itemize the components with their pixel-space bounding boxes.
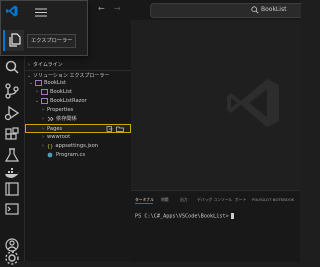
editor-area bbox=[131, 20, 300, 190]
tree-item-appsettings[interactable]: ›{} appsettings.json bbox=[25, 142, 131, 151]
tree-item-label: Program.cs bbox=[56, 152, 86, 158]
dependencies-icon bbox=[47, 116, 54, 121]
tree-item-program-cs[interactable]: Program.cs bbox=[25, 151, 131, 160]
json-file-icon: {} bbox=[47, 143, 54, 150]
project-icon bbox=[41, 97, 48, 104]
hamburger-menu-icon[interactable] bbox=[35, 8, 47, 17]
tree-item-project-booklist[interactable]: › BookList bbox=[25, 88, 131, 97]
tree-item-properties[interactable]: › Properties bbox=[25, 106, 131, 115]
chevron-down-icon: ⌄ bbox=[28, 80, 34, 86]
files-icon bbox=[9, 33, 21, 47]
tree-item-label: Pages bbox=[47, 126, 63, 132]
explorer-sidebar: ›アウトライン ›タイムライン ⌄ソリューション エクスプローラー ⌄BookL… bbox=[25, 20, 131, 261]
extensions-icon[interactable] bbox=[3, 126, 21, 144]
chevron-right-icon: › bbox=[28, 62, 30, 68]
search-icon[interactable] bbox=[3, 58, 21, 76]
chevron-right-icon: › bbox=[42, 116, 44, 122]
tab-terminal[interactable]: ターミナル bbox=[135, 197, 154, 203]
tree-item-label: BookListRazor bbox=[50, 98, 87, 104]
tab-ports[interactable]: ポート bbox=[235, 197, 246, 203]
tree-item-label: BookList bbox=[44, 80, 66, 86]
tab-debug-console[interactable]: デバッグ コンソール bbox=[197, 197, 232, 203]
tab-output[interactable]: 出力 bbox=[180, 197, 188, 203]
tab-problems[interactable]: 問題 bbox=[161, 197, 169, 203]
project-icon bbox=[41, 88, 48, 95]
new-folder-icon[interactable] bbox=[116, 126, 124, 132]
terminal-line[interactable]: PS C:\C#_Apps\VSCode\BookList> bbox=[135, 213, 234, 220]
source-control-icon[interactable] bbox=[3, 82, 21, 100]
run-debug-icon[interactable] bbox=[3, 104, 21, 122]
chevron-right-icon: › bbox=[42, 134, 44, 140]
menu-popup: エクスプローラー bbox=[0, 0, 88, 56]
chevron-right-icon: › bbox=[36, 89, 38, 95]
tree-item-label: 依存関係 bbox=[56, 116, 77, 122]
tree-item-pages[interactable]: › Pages bbox=[25, 124, 131, 133]
section-timeline[interactable]: › タイムライン bbox=[25, 60, 131, 70]
forward-arrow-icon[interactable]: → bbox=[114, 4, 121, 13]
search-text: BookList bbox=[261, 6, 287, 13]
tree-item-project-booklistrazor[interactable]: ⌄ BookListRazor bbox=[25, 97, 131, 106]
solution-icon bbox=[35, 79, 42, 86]
settings-icon[interactable] bbox=[3, 249, 21, 267]
csharp-file-icon bbox=[47, 152, 53, 157]
terminal-prompt: PS C:\C#_Apps\VSCode\BookList> bbox=[135, 213, 229, 220]
new-file-icon[interactable] bbox=[106, 126, 113, 132]
explorer-button[interactable] bbox=[3, 30, 24, 51]
remote-icon[interactable] bbox=[3, 200, 21, 218]
terminal-cursor bbox=[230, 213, 234, 219]
command-center-search[interactable]: BookList bbox=[150, 3, 301, 18]
bottom-panel: ターミナル 問題 出力 デバッグ コンソール ポート POLYGLOT NOTE… bbox=[131, 190, 300, 262]
tree-item-solution[interactable]: ⌄ BookList bbox=[25, 79, 131, 88]
chevron-right-icon: › bbox=[42, 107, 44, 113]
vscode-logo-icon bbox=[6, 5, 18, 17]
tree-item-label: BookList bbox=[50, 89, 72, 95]
tree-item-label: Properties bbox=[47, 107, 74, 113]
tab-polyglot-notebook[interactable]: POLYGLOT NOTEBOOK bbox=[252, 197, 294, 202]
chevron-right-icon: › bbox=[42, 143, 44, 149]
tree-item-label: appsettings.json bbox=[55, 143, 99, 149]
explorer-tooltip: エクスプローラー bbox=[27, 34, 77, 48]
tree-item-dependencies[interactable]: › 依存関係 bbox=[25, 115, 131, 124]
testing-icon[interactable] bbox=[3, 146, 21, 164]
tree-item-wwwroot[interactable]: › wwwroot bbox=[25, 133, 131, 142]
section-timeline-label: タイムライン bbox=[33, 62, 63, 68]
database-icon[interactable] bbox=[3, 180, 21, 198]
chevron-down-icon: ⌄ bbox=[34, 98, 40, 104]
back-arrow-icon[interactable]: ← bbox=[98, 4, 105, 13]
search-icon bbox=[251, 6, 259, 14]
tree-item-label: wwwroot bbox=[47, 134, 71, 140]
vscode-watermark-icon bbox=[227, 79, 279, 127]
